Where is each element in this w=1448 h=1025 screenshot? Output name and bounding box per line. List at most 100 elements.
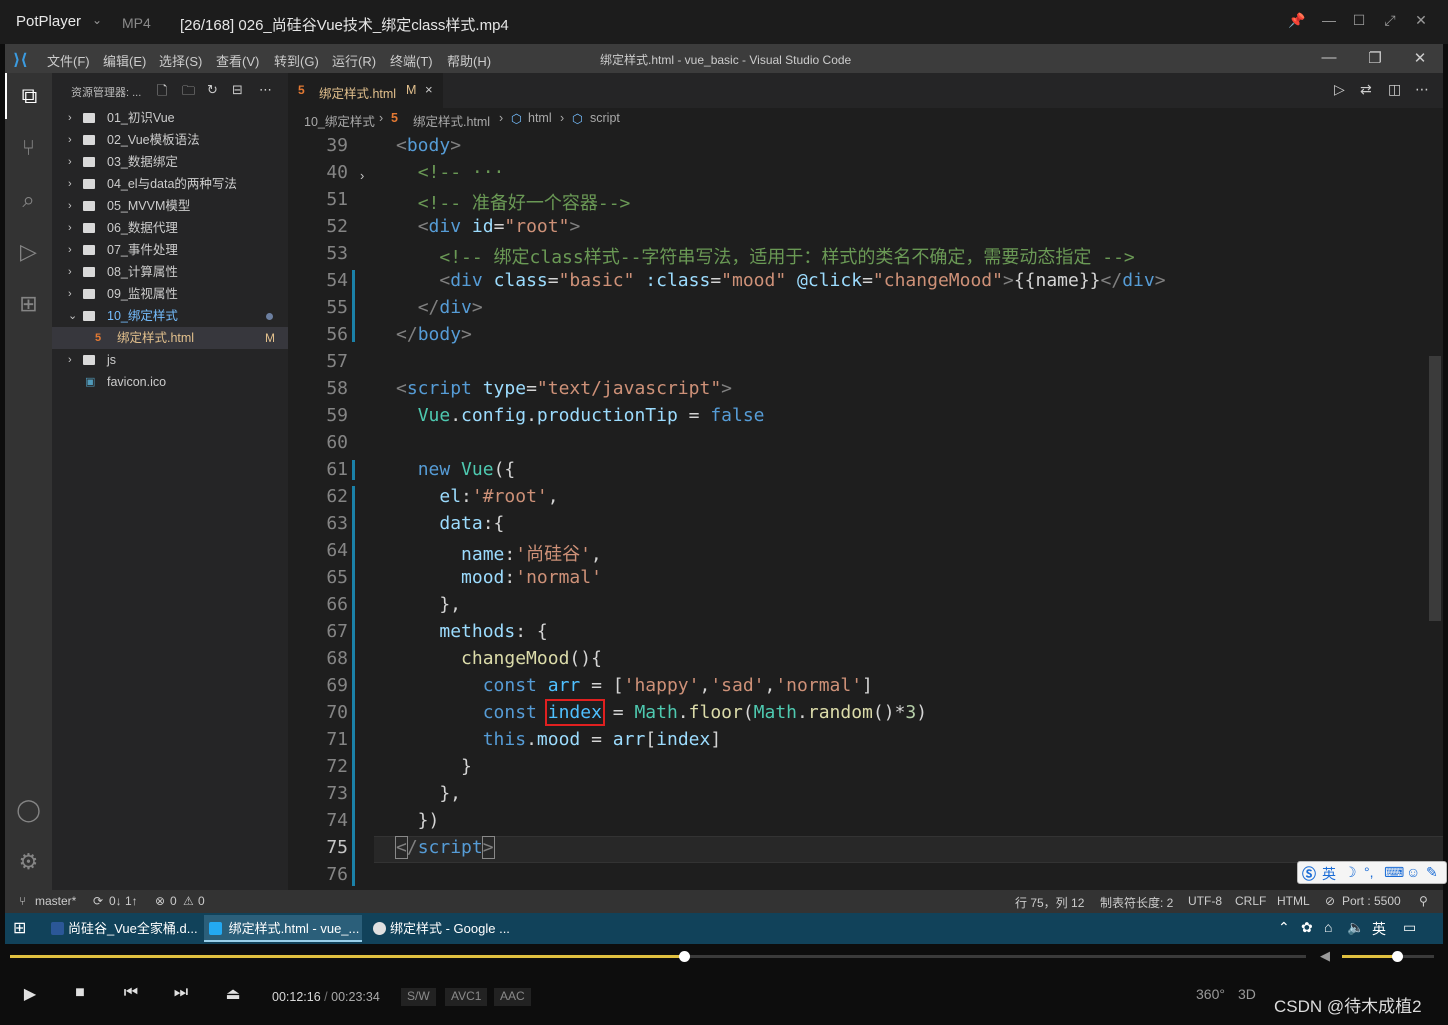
chevron-right-icon[interactable]: › — [68, 283, 72, 305]
folder-item[interactable]: › 08_计算属性 — [52, 261, 288, 283]
git-sync[interactable]: 0↓ 1↑ — [109, 894, 138, 908]
ime-lang[interactable]: 英 — [1322, 864, 1336, 884]
folder-item[interactable]: › js — [52, 349, 288, 371]
tab-binding-style-html[interactable]: 5 绑定样式.html M × — [288, 73, 443, 108]
breadcrumb-file[interactable]: 绑定样式.html — [413, 111, 490, 130]
tray-app-icon[interactable]: ✿ — [1301, 919, 1313, 936]
eol[interactable]: CRLF — [1235, 894, 1266, 908]
folder-item[interactable]: › 07_事件处理 — [52, 239, 288, 261]
code-editor[interactable]: 39 40 51 52 53 54 55 56 57 58 59 60 61 62 63 64 65 66 67 68… — [288, 130, 1443, 890]
chevron-right-icon[interactable]: › — [68, 349, 72, 371]
menu-run[interactable]: 运行(R) — [332, 51, 376, 70]
ime-keyboard-icon[interactable]: ⌨ — [1384, 864, 1404, 881]
menu-view[interactable]: 查看(V) — [216, 51, 259, 70]
pill-audio-codec[interactable]: AAC — [494, 988, 531, 1006]
eject-icon[interactable]: ⏏ — [218, 984, 248, 1004]
explorer-icon[interactable]: ⧉ — [5, 73, 52, 119]
encoding[interactable]: UTF-8 — [1188, 894, 1222, 908]
vsc-minimize-icon[interactable]: — — [1317, 49, 1341, 66]
vsc-restore-icon[interactable]: ❐ — [1363, 49, 1387, 67]
volume-handle[interactable] — [1392, 951, 1403, 962]
maximize-icon[interactable]: ☐ — [1349, 12, 1369, 29]
seek-handle[interactable] — [679, 951, 690, 962]
folder-item[interactable]: › 06_数据代理 — [52, 217, 288, 239]
ime-user-icon[interactable]: ☺ — [1406, 864, 1420, 880]
run-file-icon[interactable]: ▷ — [1334, 81, 1345, 98]
ime-toolbar[interactable]: Ⓢ 英 ☽ °, ⌨ ☺ ✎ — [1297, 861, 1447, 884]
tray-lang[interactable]: 英 — [1372, 919, 1386, 939]
breadcrumb-html[interactable]: html — [528, 111, 552, 125]
next-icon[interactable]: ⏭ — [166, 984, 196, 1002]
folder-item[interactable]: › 05_MVVM模型 — [52, 195, 288, 217]
minimize-icon[interactable]: — — [1319, 12, 1339, 28]
chevron-right-icon[interactable]: › — [68, 151, 72, 173]
menu-terminal[interactable]: 终端(T) — [390, 51, 433, 70]
new-folder-icon[interactable]: 🗀 — [182, 82, 195, 104]
vr-360-icon[interactable]: 360° — [1196, 986, 1225, 1002]
warnings-count[interactable]: 0 — [198, 894, 205, 908]
git-branch[interactable]: master* — [35, 894, 76, 908]
editor-more-icon[interactable]: ⋯ — [1415, 81, 1429, 98]
refresh-icon[interactable]: ↻ — [207, 82, 218, 98]
volume-icon[interactable]: ◀ — [1320, 948, 1330, 964]
chevron-down-icon[interactable]: ⌄ — [68, 305, 77, 327]
ime-punct-icon[interactable]: °, — [1364, 864, 1374, 880]
tray-network-icon[interactable]: ⌂ — [1324, 919, 1332, 935]
search-icon[interactable]: ⌕ — [5, 177, 52, 223]
menu-help[interactable]: 帮助(H) — [447, 51, 491, 70]
menu-edit[interactable]: 编辑(E) — [103, 51, 146, 70]
folder-item[interactable]: › 09_监视属性 — [52, 283, 288, 305]
folder-item[interactable]: ⌄ 10_绑定样式 — [52, 305, 288, 327]
tab-close-icon[interactable]: × — [425, 82, 433, 97]
stop-icon[interactable]: ■ — [65, 984, 95, 1002]
settings-gear-icon[interactable]: ⚙ — [5, 839, 52, 885]
breadcrumb-script[interactable]: script — [590, 111, 620, 125]
folder-item[interactable]: › 02_Vue模板语法 — [52, 129, 288, 151]
problems-count[interactable]: 0 — [170, 894, 177, 908]
live-server-port[interactable]: Port : 5500 — [1342, 894, 1401, 908]
extensions-icon[interactable]: ⊞ — [5, 281, 52, 327]
pin-icon[interactable]: 📌 — [1287, 12, 1307, 29]
new-file-icon[interactable]: 🗋 — [157, 82, 167, 104]
notification-icon[interactable]: ▭ — [1403, 919, 1416, 936]
tray-expand-icon[interactable]: ⌃ — [1278, 919, 1290, 936]
cursor-position[interactable]: 行 75，列 12 — [1015, 894, 1084, 911]
ime-moon-icon[interactable]: ☽ — [1344, 864, 1357, 881]
fullscreen-icon[interactable]: ⤢ — [1380, 12, 1400, 29]
close-icon[interactable]: ✕ — [1411, 12, 1431, 29]
chevron-right-icon[interactable]: › — [68, 195, 72, 217]
windows-start-icon[interactable]: ⊞ — [13, 918, 26, 938]
previous-icon[interactable]: ⏮ — [116, 984, 146, 1002]
player-menu-chevron-icon[interactable]: ⌄ — [92, 13, 102, 27]
chevron-right-icon[interactable]: › — [68, 173, 72, 195]
account-icon[interactable]: ◯ — [5, 787, 52, 833]
taskbar-item-chrome[interactable]: 绑定样式 - Google ... — [368, 915, 528, 942]
folder-item[interactable]: › 01_初识Vue — [52, 107, 288, 129]
chevron-right-icon[interactable]: › — [68, 239, 72, 261]
collapse-all-icon[interactable]: ⊟ — [232, 82, 243, 98]
split-editor-icon[interactable]: ◫ — [1388, 81, 1401, 98]
folder-item[interactable]: › 04_el与data的两种写法 — [52, 173, 288, 195]
play-icon[interactable]: ▶ — [15, 984, 45, 1004]
file-item[interactable]: 5 绑定样式.html M — [52, 327, 288, 349]
more-actions-icon[interactable]: ⋯ — [259, 82, 272, 98]
three-d-icon[interactable]: 3D — [1238, 986, 1256, 1002]
seek-bar[interactable]: ◀ — [0, 944, 1448, 970]
menu-file[interactable]: 文件(F) — [47, 51, 90, 70]
fold-chevron-icon[interactable]: › — [360, 168, 364, 183]
tray-volume-icon[interactable]: 🔈 — [1347, 919, 1364, 936]
chevron-right-icon[interactable]: › — [68, 261, 72, 283]
pill-sw[interactable]: S/W — [401, 988, 436, 1006]
editor-scrollbar[interactable] — [1429, 356, 1441, 621]
breadcrumb-folder[interactable]: 10_绑定样式 — [304, 111, 375, 130]
source-control-icon[interactable]: ⑂ — [5, 125, 52, 171]
feedback-icon[interactable]: ⚲ — [1419, 894, 1428, 908]
ime-tools-icon[interactable]: ✎ — [1426, 864, 1438, 881]
file-item[interactable]: ▣ favicon.ico — [52, 371, 288, 393]
language-mode[interactable]: HTML — [1277, 894, 1310, 908]
chevron-right-icon[interactable]: › — [68, 129, 72, 151]
open-changes-icon[interactable]: ⇄ — [1360, 81, 1372, 98]
menu-go[interactable]: 转到(G) — [274, 51, 319, 70]
chevron-right-icon[interactable]: › — [68, 107, 72, 129]
pill-video-codec[interactable]: AVC1 — [445, 988, 488, 1006]
